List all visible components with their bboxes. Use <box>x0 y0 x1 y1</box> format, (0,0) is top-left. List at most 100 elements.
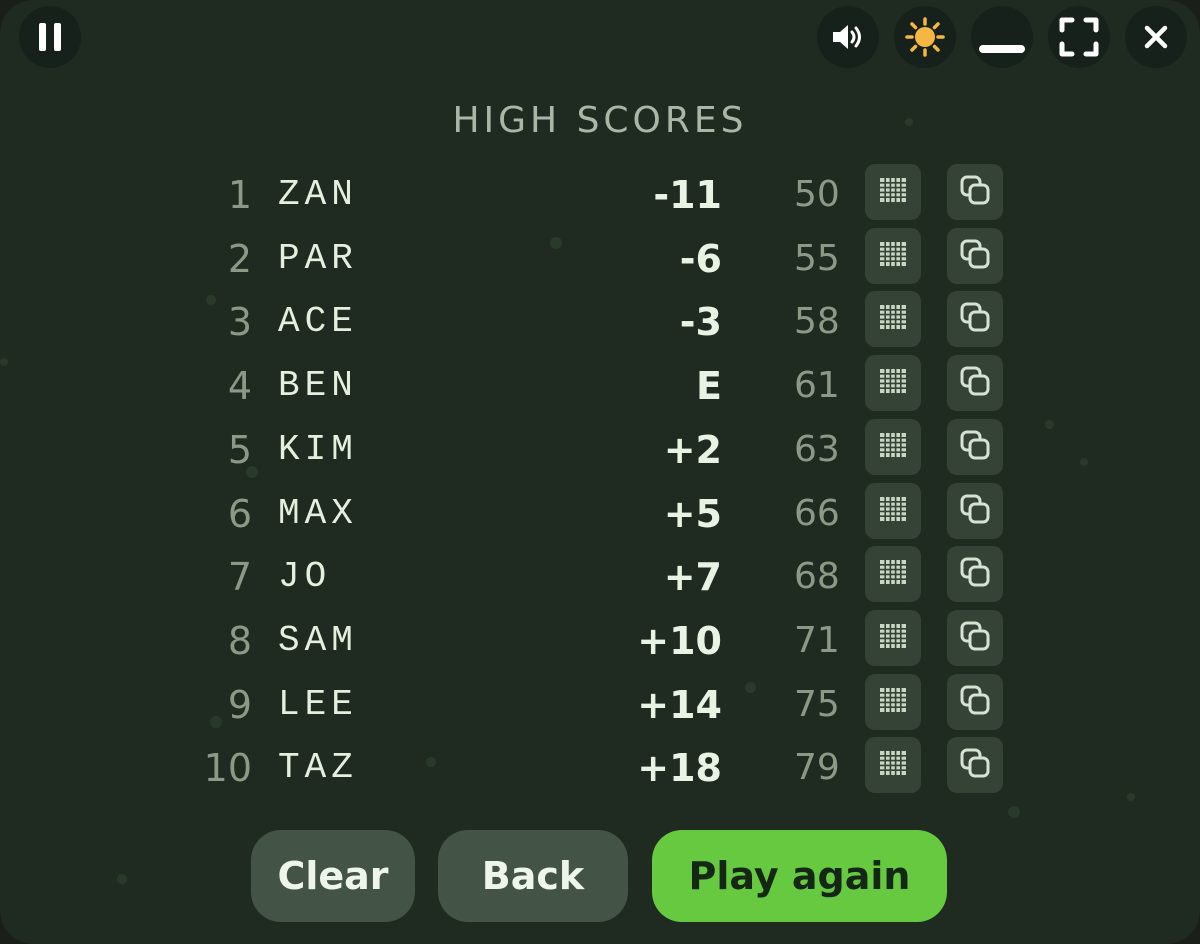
scorecard-grid-icon <box>879 368 907 398</box>
page-title: HIGH SCORES <box>452 100 748 141</box>
view-scorecard-button[interactable] <box>865 355 921 412</box>
score-row: 4 BEN E 61 <box>0 354 1200 418</box>
total-strokes: 68 <box>794 556 840 598</box>
scorecard-grid-icon <box>879 177 907 207</box>
view-scorecard-button[interactable] <box>865 227 921 284</box>
player-name: ACE <box>278 301 358 343</box>
scorecard-grid-icon <box>879 304 907 334</box>
copy-icon <box>959 174 991 210</box>
close-icon <box>1143 24 1169 50</box>
total-strokes: 79 <box>794 747 840 789</box>
player-name: LEE <box>278 683 358 725</box>
score-row: 3 ACE -3 58 <box>0 290 1200 354</box>
copy-score-button[interactable] <box>947 227 1003 284</box>
view-scorecard-button[interactable] <box>865 737 921 794</box>
player-name: SAM <box>278 619 358 661</box>
score-row: 6 MAX +5 66 <box>0 482 1200 546</box>
score-row: 1 ZAN -11 50 <box>0 163 1200 227</box>
view-scorecard-button[interactable] <box>865 546 921 603</box>
copy-score-button[interactable] <box>947 291 1003 348</box>
sun-icon <box>905 17 945 57</box>
player-name: MAX <box>278 492 358 534</box>
rank-number: 7 <box>227 555 252 600</box>
total-strokes: 61 <box>794 365 840 407</box>
player-name: JO <box>278 556 332 598</box>
player-name: BEN <box>278 365 358 407</box>
copy-score-button[interactable] <box>947 418 1003 475</box>
scorecard-grid-icon <box>879 623 907 653</box>
fullscreen-button[interactable] <box>1048 6 1110 68</box>
view-scorecard-button[interactable] <box>865 164 921 220</box>
rank-number: 8 <box>227 618 252 663</box>
copy-score-button[interactable] <box>947 546 1003 603</box>
score-row: 10 TAZ +18 79 <box>0 736 1200 800</box>
copy-score-button[interactable] <box>947 609 1003 666</box>
score-row: 9 LEE +14 75 <box>0 673 1200 737</box>
clear-button[interactable]: Clear <box>251 830 415 922</box>
speaker-icon <box>831 22 865 52</box>
score-to-par: E <box>696 364 722 409</box>
score-to-par: +18 <box>637 746 722 791</box>
rank-number: 3 <box>227 300 252 345</box>
view-scorecard-button[interactable] <box>865 291 921 348</box>
copy-score-button[interactable] <box>947 673 1003 730</box>
score-to-par: +2 <box>663 427 722 472</box>
copy-icon <box>959 301 991 337</box>
minimize-icon <box>977 17 1027 57</box>
score-to-par: -3 <box>679 300 722 345</box>
copy-score-button[interactable] <box>947 164 1003 220</box>
copy-icon <box>959 620 991 656</box>
total-strokes: 63 <box>794 428 840 470</box>
copy-icon <box>959 684 991 720</box>
score-to-par: +14 <box>637 682 722 727</box>
score-row: 2 PAR -6 55 <box>0 227 1200 291</box>
play-again-button[interactable]: Play again <box>652 830 947 922</box>
sound-toggle-button[interactable] <box>817 6 879 68</box>
total-strokes: 75 <box>794 683 840 725</box>
score-row: 8 SAM +10 71 <box>0 609 1200 673</box>
pause-icon <box>37 22 63 52</box>
copy-icon <box>959 747 991 783</box>
score-to-par: +5 <box>663 491 722 536</box>
fullscreen-icon <box>1059 17 1099 57</box>
view-scorecard-button[interactable] <box>865 673 921 730</box>
rank-number: 4 <box>227 364 252 409</box>
copy-icon <box>959 365 991 401</box>
copy-score-button[interactable] <box>947 355 1003 412</box>
score-to-par: -11 <box>653 173 722 217</box>
total-strokes: 55 <box>794 237 840 279</box>
player-name: PAR <box>278 237 358 279</box>
game-window: HIGH SCORES 1 ZAN -11 50 2 PAR -6 55 3 ACE -3 5 8 4 BE… <box>0 0 1200 944</box>
rank-number: 1 <box>227 173 252 217</box>
score-to-par: +7 <box>663 555 722 600</box>
rank-number: 6 <box>227 491 252 536</box>
copy-score-button[interactable] <box>947 482 1003 539</box>
player-name: TAZ <box>278 747 358 789</box>
scorecard-grid-icon <box>879 559 907 589</box>
rank-number: 2 <box>227 236 252 281</box>
view-scorecard-button[interactable] <box>865 482 921 539</box>
minimize-button[interactable] <box>971 6 1033 68</box>
rank-number: 9 <box>227 682 252 727</box>
score-row: 7 JO +7 68 <box>0 545 1200 609</box>
copy-score-button[interactable] <box>947 737 1003 794</box>
rank-number: 10 <box>203 746 252 791</box>
scorecard-grid-icon <box>879 687 907 717</box>
background-speck <box>1008 806 1020 818</box>
close-button[interactable] <box>1125 6 1187 68</box>
score-to-par: +10 <box>637 618 722 663</box>
total-strokes: 66 <box>794 492 840 534</box>
view-scorecard-button[interactable] <box>865 609 921 666</box>
theme-toggle-button[interactable] <box>894 6 956 68</box>
scorecard-grid-icon <box>879 750 907 780</box>
pause-button[interactable] <box>19 6 81 68</box>
copy-icon <box>959 556 991 592</box>
view-scorecard-button[interactable] <box>865 418 921 475</box>
back-button[interactable]: Back <box>438 830 628 922</box>
total-strokes: 71 <box>794 619 840 661</box>
score-to-par: -6 <box>679 236 722 281</box>
rank-number: 5 <box>227 427 252 472</box>
copy-icon <box>959 493 991 529</box>
copy-icon <box>959 429 991 465</box>
background-speck <box>117 874 127 884</box>
